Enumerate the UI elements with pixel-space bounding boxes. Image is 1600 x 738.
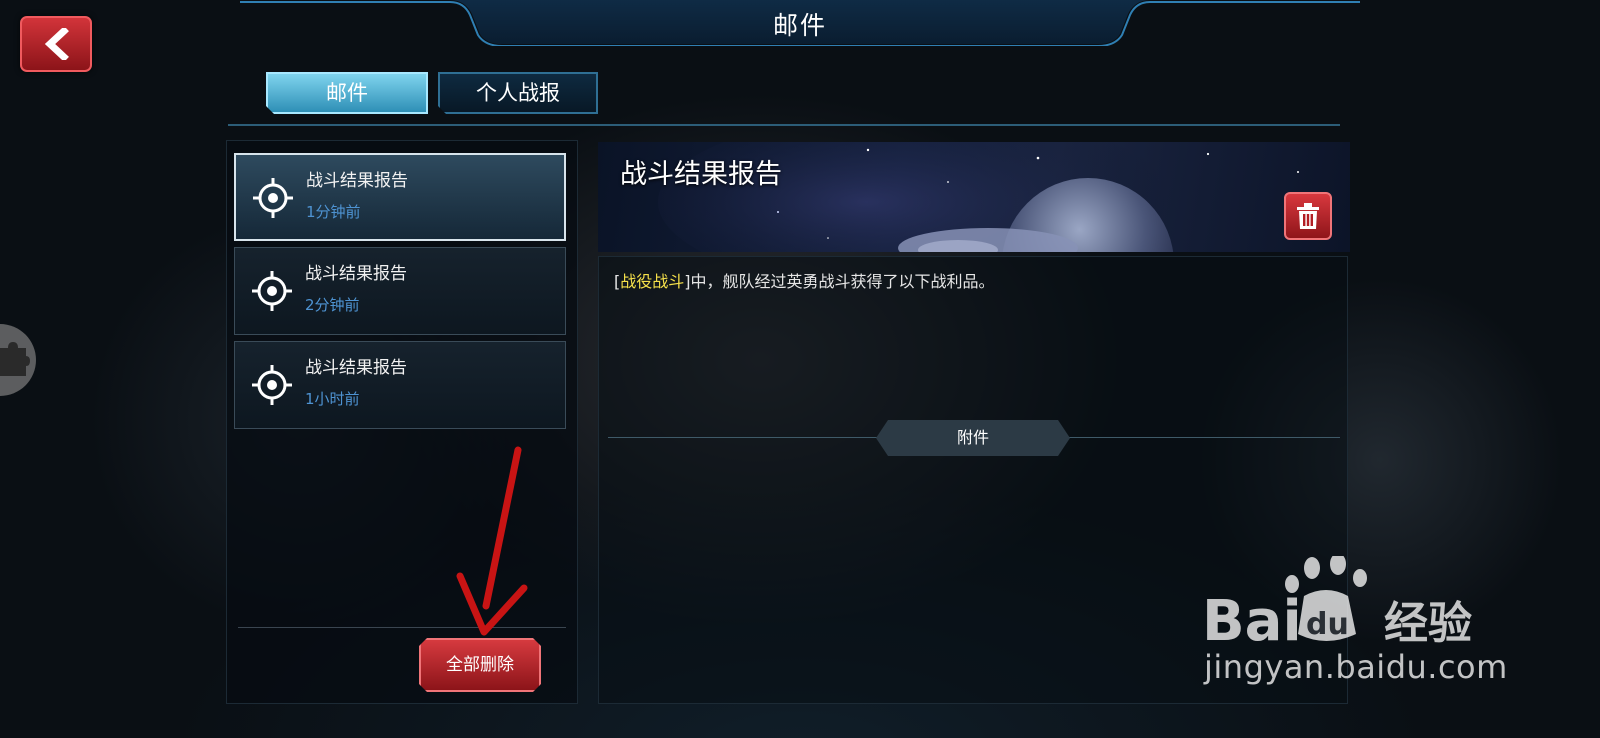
detail-title: 战斗结果报告 [620,159,782,190]
page-title: 邮件 [772,11,827,40]
delete-all-button[interactable]: 全部删除 [419,638,541,692]
message-text: 中，舰队经过英勇战斗获得了以下战利品。 [690,272,995,291]
target-icon [252,271,292,311]
mail-list-item[interactable]: 战斗结果报告 1分钟前 [234,153,566,241]
mail-list-item[interactable]: 战斗结果报告 2分钟前 [234,247,566,335]
attachment-label: 附件 [876,420,1070,456]
chevron-left-icon [44,28,69,60]
mail-item-title: 战斗结果报告 [305,264,407,284]
mail-item-time: 1小时前 [305,390,360,408]
floating-assistant-button[interactable] [0,324,36,396]
trash-icon [1297,203,1319,229]
detail-banner: 战斗结果报告 [598,142,1350,252]
mail-screen: 邮件 邮件 个人战报 战斗结果报告 1分钟前 战斗结果报告 2分钟前 战斗结果报… [0,0,1600,738]
mail-list-item[interactable]: 战斗结果报告 1小时前 [234,341,566,429]
target-icon [252,365,292,405]
tab-mail[interactable]: 邮件 [266,72,428,114]
mail-message: [战役战斗]中，舰队经过英勇战斗获得了以下战利品。 [614,268,995,292]
baidu-watermark: Bai du 经验 jingyan.baidu.com [1200,556,1507,706]
mail-item-time: 1分钟前 [306,203,361,221]
back-button[interactable] [20,16,92,72]
target-icon [253,178,293,218]
mail-item-title: 战斗结果报告 [305,358,407,378]
baidu-paw-logo: Bai du 经验 [1202,556,1472,648]
tabs-divider [228,124,1340,126]
delete-mail-button[interactable] [1284,192,1332,240]
tab-personal-report[interactable]: 个人战报 [438,72,598,114]
watermark-brand-cn: 经验 [1384,598,1472,648]
watermark-brand-text: Bai [1202,589,1302,648]
watermark-url: jingyan.baidu.com [1204,648,1508,686]
mail-item-time: 2分钟前 [305,296,360,314]
battle-name: 战役战斗 [620,272,685,291]
annotation-arrow-icon [456,446,528,636]
header-banner: 邮件 [240,0,1360,46]
watermark-brand-text-2: du [1306,607,1349,642]
puzzle-icon [0,342,30,376]
mail-item-title: 战斗结果报告 [306,171,408,191]
